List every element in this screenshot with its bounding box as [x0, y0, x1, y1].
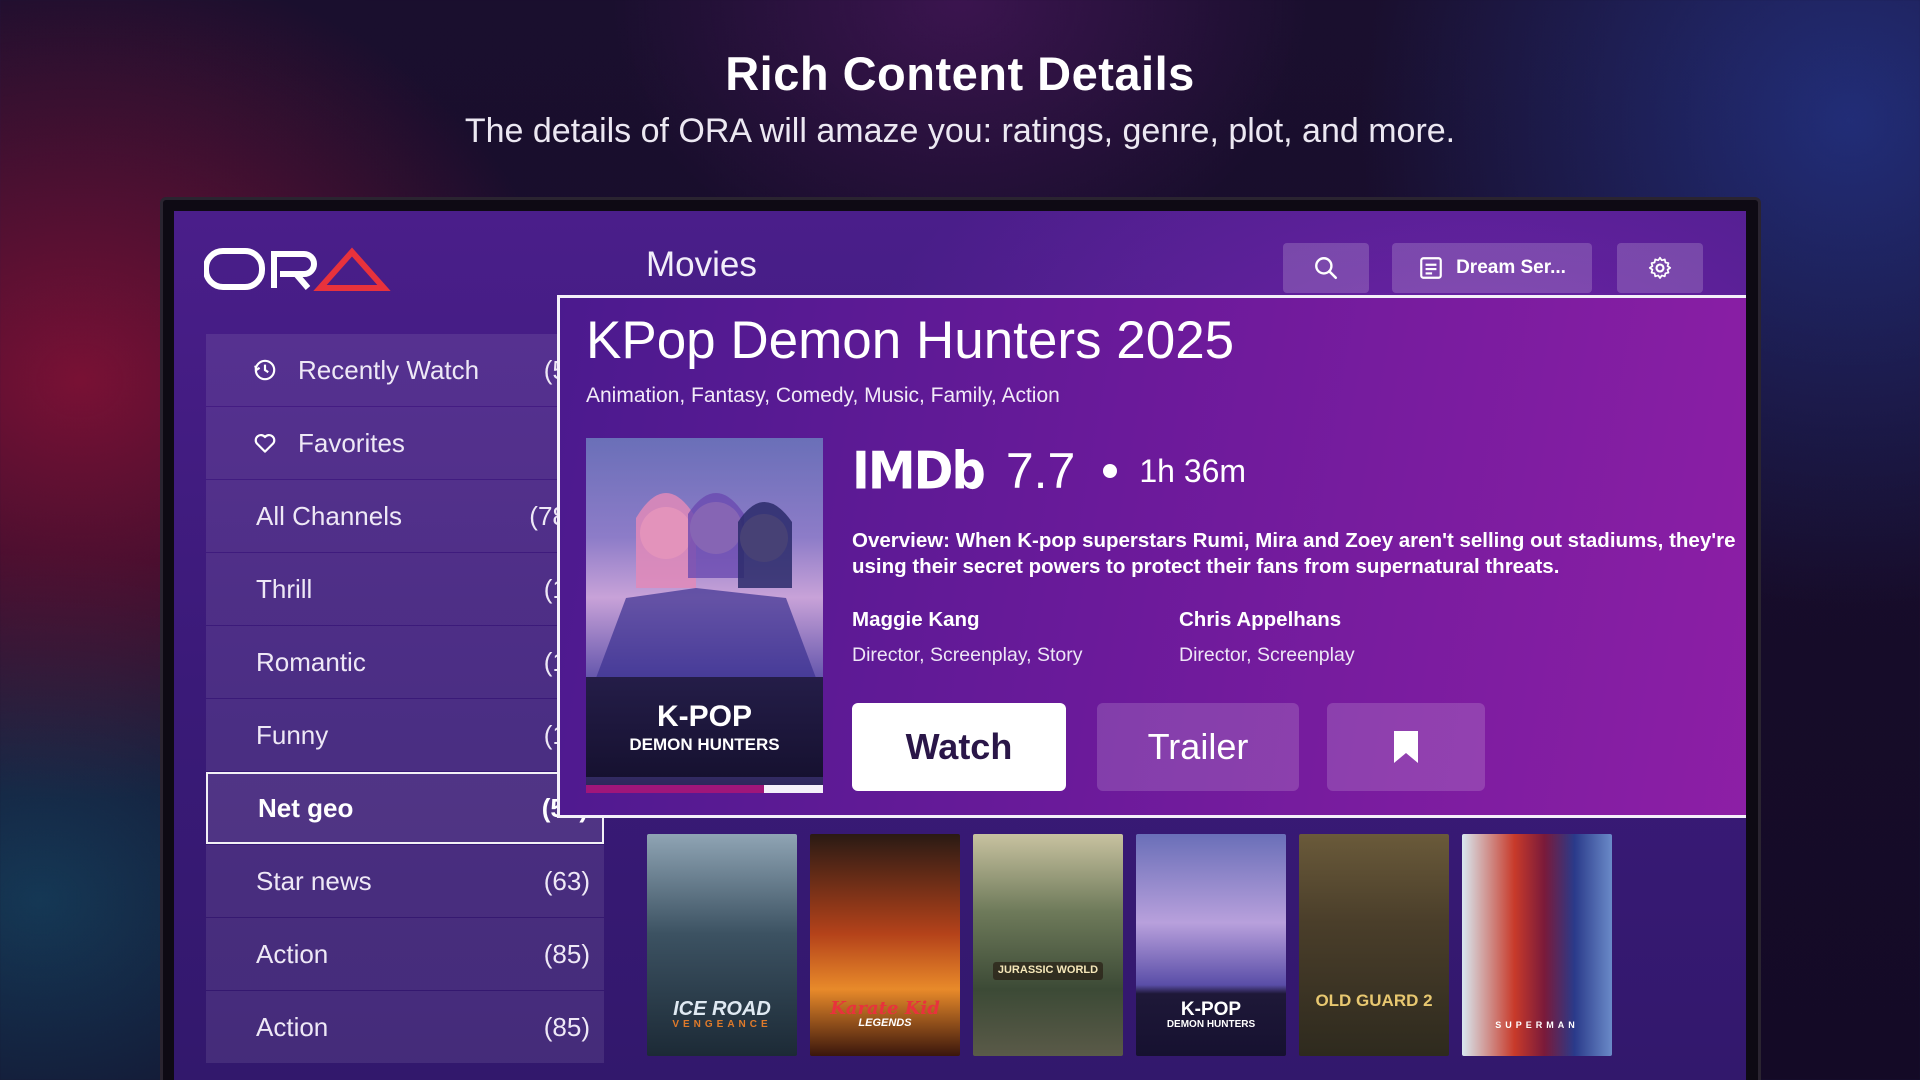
poster-title: K-POP — [1180, 998, 1242, 1020]
poster-subtitle: VENGEANCE — [672, 1018, 772, 1030]
overview-label: Overview: — [852, 529, 950, 552]
sidebar-item-label: Favorites — [298, 427, 405, 458]
profile-label: Dream Ser... — [1456, 257, 1566, 278]
movie-poster-row: ICE ROAD VENGEANCE Karate Kid LEGENDS JU… — [647, 834, 1612, 1056]
search-icon — [1315, 257, 1338, 280]
sidebar-item-label: Star news — [256, 865, 372, 896]
sidebar-item-star-news[interactable]: Star news (63) — [206, 845, 604, 917]
category-sidebar: Recently Watch (55) Favorites (4) All Ch… — [206, 334, 604, 1064]
imdb-logo: IMDb — [852, 440, 986, 502]
movie-overview: Overview: When K-pop superstars Rumi, Mi… — [852, 528, 1746, 580]
sidebar-item-count: (85) — [543, 1011, 590, 1042]
poster-logo-line2: DEMON HUNTERS — [629, 734, 780, 754]
sidebar-item-net-geo[interactable]: Net geo (54) — [206, 772, 604, 844]
watch-progress-fill — [586, 785, 764, 793]
hero-title: Rich Content Details — [725, 47, 1195, 100]
sidebar-item-label: Funny — [256, 719, 329, 750]
sidebar-item-label: Recently Watch — [298, 354, 480, 385]
poster-title: ICE ROAD — [673, 997, 771, 1020]
gear-icon — [1648, 256, 1672, 279]
watch-button[interactable]: Watch — [852, 703, 1066, 791]
poster-logo-line1: K-POP — [656, 699, 752, 733]
crew-name: Chris Appelhans — [1179, 608, 1342, 631]
sidebar-item-count: (85) — [543, 938, 590, 969]
sidebar-item-label: Romantic — [256, 646, 366, 677]
overview-text: When K-pop superstars Rumi, Mira and Zoe… — [852, 529, 1736, 578]
sidebar-item-label: All Channels — [256, 500, 402, 531]
movie-poster[interactable]: Karate Kid LEGENDS — [810, 834, 960, 1056]
sidebar-item-count: (63) — [543, 865, 590, 896]
movie-meta: IMDb 7.7 1h 36m — [852, 436, 1246, 506]
section-title: Movies — [646, 245, 757, 284]
poster-title: JURASSIC WORLD — [992, 962, 1104, 980]
poster-title: OLD GUARD 2 — [1315, 991, 1433, 1011]
watch-progress-bar — [586, 785, 823, 793]
sidebar-item-thrill[interactable]: Thrill (10) — [206, 553, 604, 625]
search-button[interactable] — [1283, 243, 1369, 293]
sidebar-item-action[interactable]: Action (85) — [206, 918, 604, 990]
movie-poster[interactable]: ICE ROAD VENGEANCE — [647, 834, 797, 1056]
movie-genres: Animation, Fantasy, Comedy, Music, Famil… — [586, 384, 1060, 407]
crew-name: Maggie Kang — [852, 608, 980, 631]
profile-button[interactable]: Dream Ser... — [1392, 243, 1592, 293]
movie-poster[interactable]: SUPERMAN — [1462, 834, 1612, 1056]
sidebar-item-label: Net geo — [258, 792, 354, 823]
movie-runtime: 1h 36m — [1139, 452, 1247, 489]
sidebar-item-action[interactable]: Action (85) — [206, 991, 604, 1063]
sidebar-item-favorites[interactable]: Favorites (4) — [206, 407, 604, 479]
playlist-icon — [1420, 257, 1442, 279]
sidebar-item-label: Thrill — [256, 573, 313, 604]
ora-logo — [204, 247, 391, 291]
poster-title: SUPERMAN — [1495, 1019, 1579, 1030]
sidebar-item-label: Action — [256, 938, 329, 969]
sidebar-item-romantic[interactable]: Romantic (10) — [206, 626, 604, 698]
crew-member: Chris Appelhans Director, Screenplay — [1179, 608, 1355, 667]
sidebar-item-recently-watch[interactable]: Recently Watch (55) — [206, 334, 604, 406]
bookmark-button[interactable] — [1327, 703, 1485, 791]
poster-subtitle: LEGENDS — [858, 1017, 912, 1030]
sidebar-item-label: Action — [256, 1011, 329, 1042]
trailer-button[interactable]: Trailer — [1097, 703, 1299, 791]
crew-role: Director, Screenplay — [1179, 644, 1355, 666]
history-icon — [252, 357, 278, 383]
separator-dot — [1103, 464, 1118, 478]
sidebar-item-funny[interactable]: Funny (10) — [206, 699, 604, 771]
poster-title: Karate Kid — [830, 997, 940, 1019]
hero-subtitle: The details of ORA will amaze you: ratin… — [464, 112, 1456, 150]
crew-member: Maggie Kang Director, Screenplay, Story — [852, 608, 1082, 667]
movie-poster[interactable]: OLD GUARD 2 — [1299, 834, 1449, 1056]
heart-icon — [252, 430, 278, 456]
movie-poster-large: K-POP DEMON HUNTERS — [586, 438, 823, 793]
movie-title: KPop Demon Hunters 2025 — [586, 311, 1235, 370]
poster-artwork — [596, 493, 816, 678]
bookmark-icon — [1394, 731, 1418, 763]
imdb-rating: 7.7 — [1005, 443, 1076, 499]
app-screen: Movies Dream Ser... Recently Watch (55) … — [174, 211, 1746, 1080]
poster-logo: K-POP DEMON HUNTERS — [586, 677, 823, 777]
movie-poster[interactable]: JURASSIC WORLD — [973, 834, 1123, 1056]
sidebar-item-all-channels[interactable]: All Channels (789) — [206, 480, 604, 552]
crew-role: Director, Screenplay, Story — [852, 644, 1083, 666]
settings-button[interactable] — [1617, 243, 1703, 293]
poster-subtitle: DEMON HUNTERS — [1166, 1018, 1256, 1030]
movie-detail-card: KPop Demon Hunters 2025 Animation, Fanta… — [557, 295, 1746, 818]
movie-poster[interactable]: K-POP DEMON HUNTERS — [1136, 834, 1286, 1056]
